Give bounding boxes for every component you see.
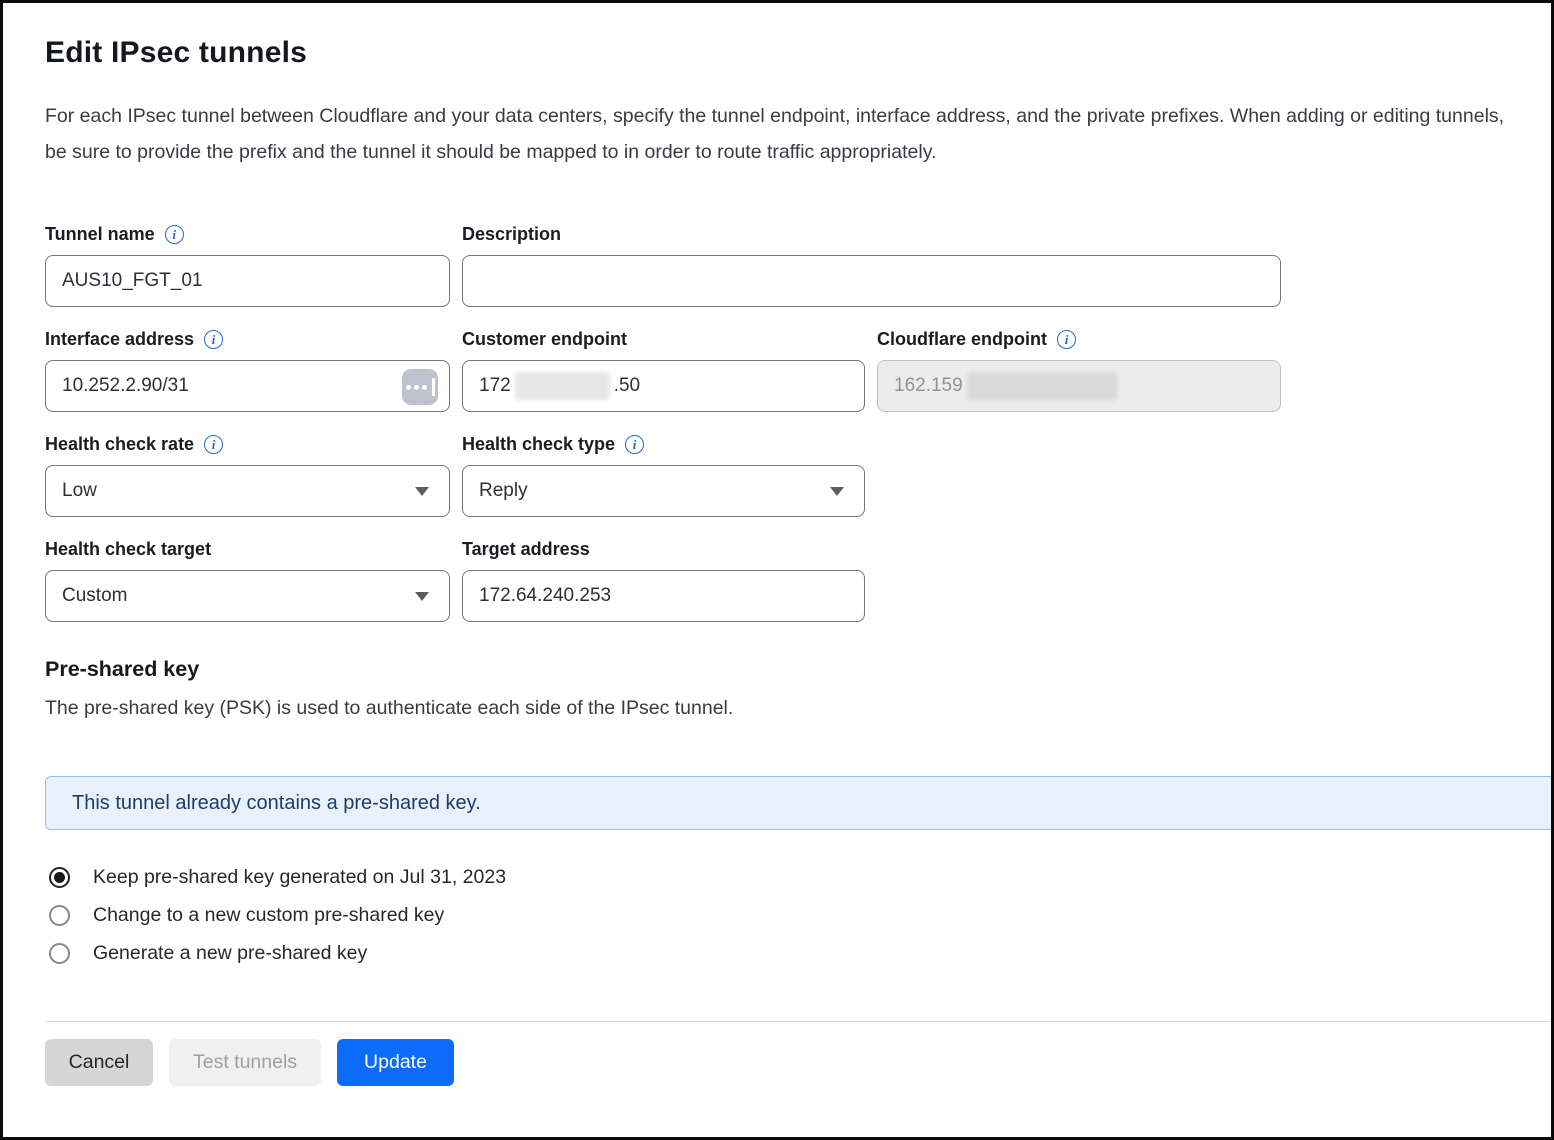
tunnel-name-label-text: Tunnel name — [45, 224, 155, 245]
radio-generate-psk[interactable]: Generate a new pre-shared key — [45, 939, 1509, 967]
edit-ipsec-tunnels-panel: Edit IPsec tunnels For each IPsec tunnel… — [0, 0, 1554, 1140]
info-icon[interactable]: i — [204, 330, 223, 349]
description-label: Description — [462, 222, 1281, 246]
footer-actions: Cancel Test tunnels Update — [45, 1039, 1509, 1086]
psk-info-banner: This tunnel already contains a pre-share… — [45, 776, 1551, 830]
radio-custom-psk-label: Change to a new custom pre-shared key — [93, 904, 444, 927]
customer-endpoint-field-group: Customer endpoint 172 .50 — [462, 327, 865, 412]
health-check-type-field-group: Health check type i Reply — [462, 432, 865, 517]
description-field-group: Description — [462, 222, 1281, 307]
form-row-3: Health check rate i Low Health check typ… — [45, 432, 1509, 517]
info-icon[interactable]: i — [1057, 330, 1076, 349]
health-check-rate-value: Low — [62, 480, 97, 502]
update-button[interactable]: Update — [337, 1039, 454, 1086]
form-row-1: Tunnel name i Description — [45, 222, 1509, 307]
radio-custom-psk[interactable]: Change to a new custom pre-shared key — [45, 901, 1509, 929]
intro-text: For each IPsec tunnel between Cloudflare… — [45, 98, 1509, 170]
radio-keep-psk[interactable]: Keep pre-shared key generated on Jul 31,… — [45, 863, 1509, 891]
health-check-rate-label: Health check rate i — [45, 432, 450, 456]
target-address-label-text: Target address — [462, 539, 590, 560]
cloudflare-endpoint-label: Cloudflare endpoint i — [877, 327, 1281, 351]
health-check-rate-field-group: Health check rate i Low — [45, 432, 450, 517]
customer-endpoint-input[interactable]: 172 .50 — [462, 360, 865, 412]
health-check-target-label: Health check target — [45, 537, 450, 561]
description-label-text: Description — [462, 224, 561, 245]
customer-endpoint-label: Customer endpoint — [462, 327, 865, 351]
customer-endpoint-label-text: Customer endpoint — [462, 329, 627, 350]
radio-button-selected[interactable] — [49, 867, 70, 888]
autofill-dot — [422, 385, 427, 390]
chevron-down-icon — [830, 487, 844, 496]
autofill-dot — [414, 385, 419, 390]
health-check-type-label: Health check type i — [462, 432, 865, 456]
autofill-dot — [406, 385, 411, 390]
radio-generate-psk-label: Generate a new pre-shared key — [93, 942, 367, 965]
info-icon[interactable]: i — [165, 225, 184, 244]
cloudflare-endpoint-value-prefix: 162.159 — [894, 375, 963, 397]
interface-address-label-text: Interface address — [45, 329, 194, 350]
health-check-type-label-text: Health check type — [462, 434, 615, 455]
radio-button-unselected[interactable] — [49, 905, 70, 926]
footer-divider — [45, 1021, 1551, 1022]
form-row-2: Interface address i 10.252.2.90/31 — [45, 327, 1509, 412]
info-icon[interactable]: i — [625, 435, 644, 454]
health-check-target-field-group: Health check target Custom — [45, 537, 450, 622]
radio-button-unselected[interactable] — [49, 943, 70, 964]
health-check-target-select[interactable]: Custom — [45, 570, 450, 622]
interface-address-field-group: Interface address i 10.252.2.90/31 — [45, 327, 450, 412]
health-check-type-select[interactable]: Reply — [462, 465, 865, 517]
psk-banner-text: This tunnel already contains a pre-share… — [72, 792, 481, 815]
health-check-rate-label-text: Health check rate — [45, 434, 194, 455]
customer-endpoint-value-suffix: .50 — [614, 375, 640, 397]
tunnel-name-label: Tunnel name i — [45, 222, 450, 246]
tunnel-form: Tunnel name i Description Interface addr — [45, 222, 1509, 622]
psk-description: The pre-shared key (PSK) is used to auth… — [45, 697, 1509, 720]
target-address-label: Target address — [462, 537, 865, 561]
description-input[interactable] — [462, 255, 1281, 307]
test-tunnels-button[interactable]: Test tunnels — [169, 1039, 321, 1086]
form-row-4: Health check target Custom Target addres… — [45, 537, 1509, 622]
psk-heading: Pre-shared key — [45, 657, 1509, 682]
cloudflare-endpoint-input: 162.159 — [877, 360, 1281, 412]
health-check-target-value: Custom — [62, 585, 127, 607]
cloudflare-endpoint-field-group: Cloudflare endpoint i 162.159 — [877, 327, 1281, 412]
interface-address-label: Interface address i — [45, 327, 450, 351]
target-address-input[interactable] — [462, 570, 865, 622]
tunnel-name-input[interactable] — [45, 255, 450, 307]
chevron-down-icon — [415, 487, 429, 496]
health-check-rate-select[interactable]: Low — [45, 465, 450, 517]
autofill-badge-icon[interactable] — [402, 369, 438, 405]
customer-endpoint-value-prefix: 172 — [479, 375, 511, 397]
info-icon[interactable]: i — [204, 435, 223, 454]
tunnel-name-field-group: Tunnel name i — [45, 222, 450, 307]
interface-address-input[interactable]: 10.252.2.90/31 — [45, 360, 450, 412]
cloudflare-endpoint-label-text: Cloudflare endpoint — [877, 329, 1047, 350]
autofill-cursor-bar — [432, 378, 435, 396]
cancel-button[interactable]: Cancel — [45, 1039, 153, 1086]
radio-keep-psk-label: Keep pre-shared key generated on Jul 31,… — [93, 866, 506, 889]
page-title: Edit IPsec tunnels — [45, 36, 1509, 70]
health-check-target-label-text: Health check target — [45, 539, 211, 560]
psk-options: Keep pre-shared key generated on Jul 31,… — [45, 863, 1509, 967]
health-check-type-value: Reply — [479, 480, 528, 502]
redaction-blur — [515, 372, 610, 400]
redaction-blur — [967, 372, 1117, 400]
chevron-down-icon — [415, 592, 429, 601]
interface-address-value: 10.252.2.90/31 — [62, 375, 189, 397]
target-address-field-group: Target address — [462, 537, 865, 622]
